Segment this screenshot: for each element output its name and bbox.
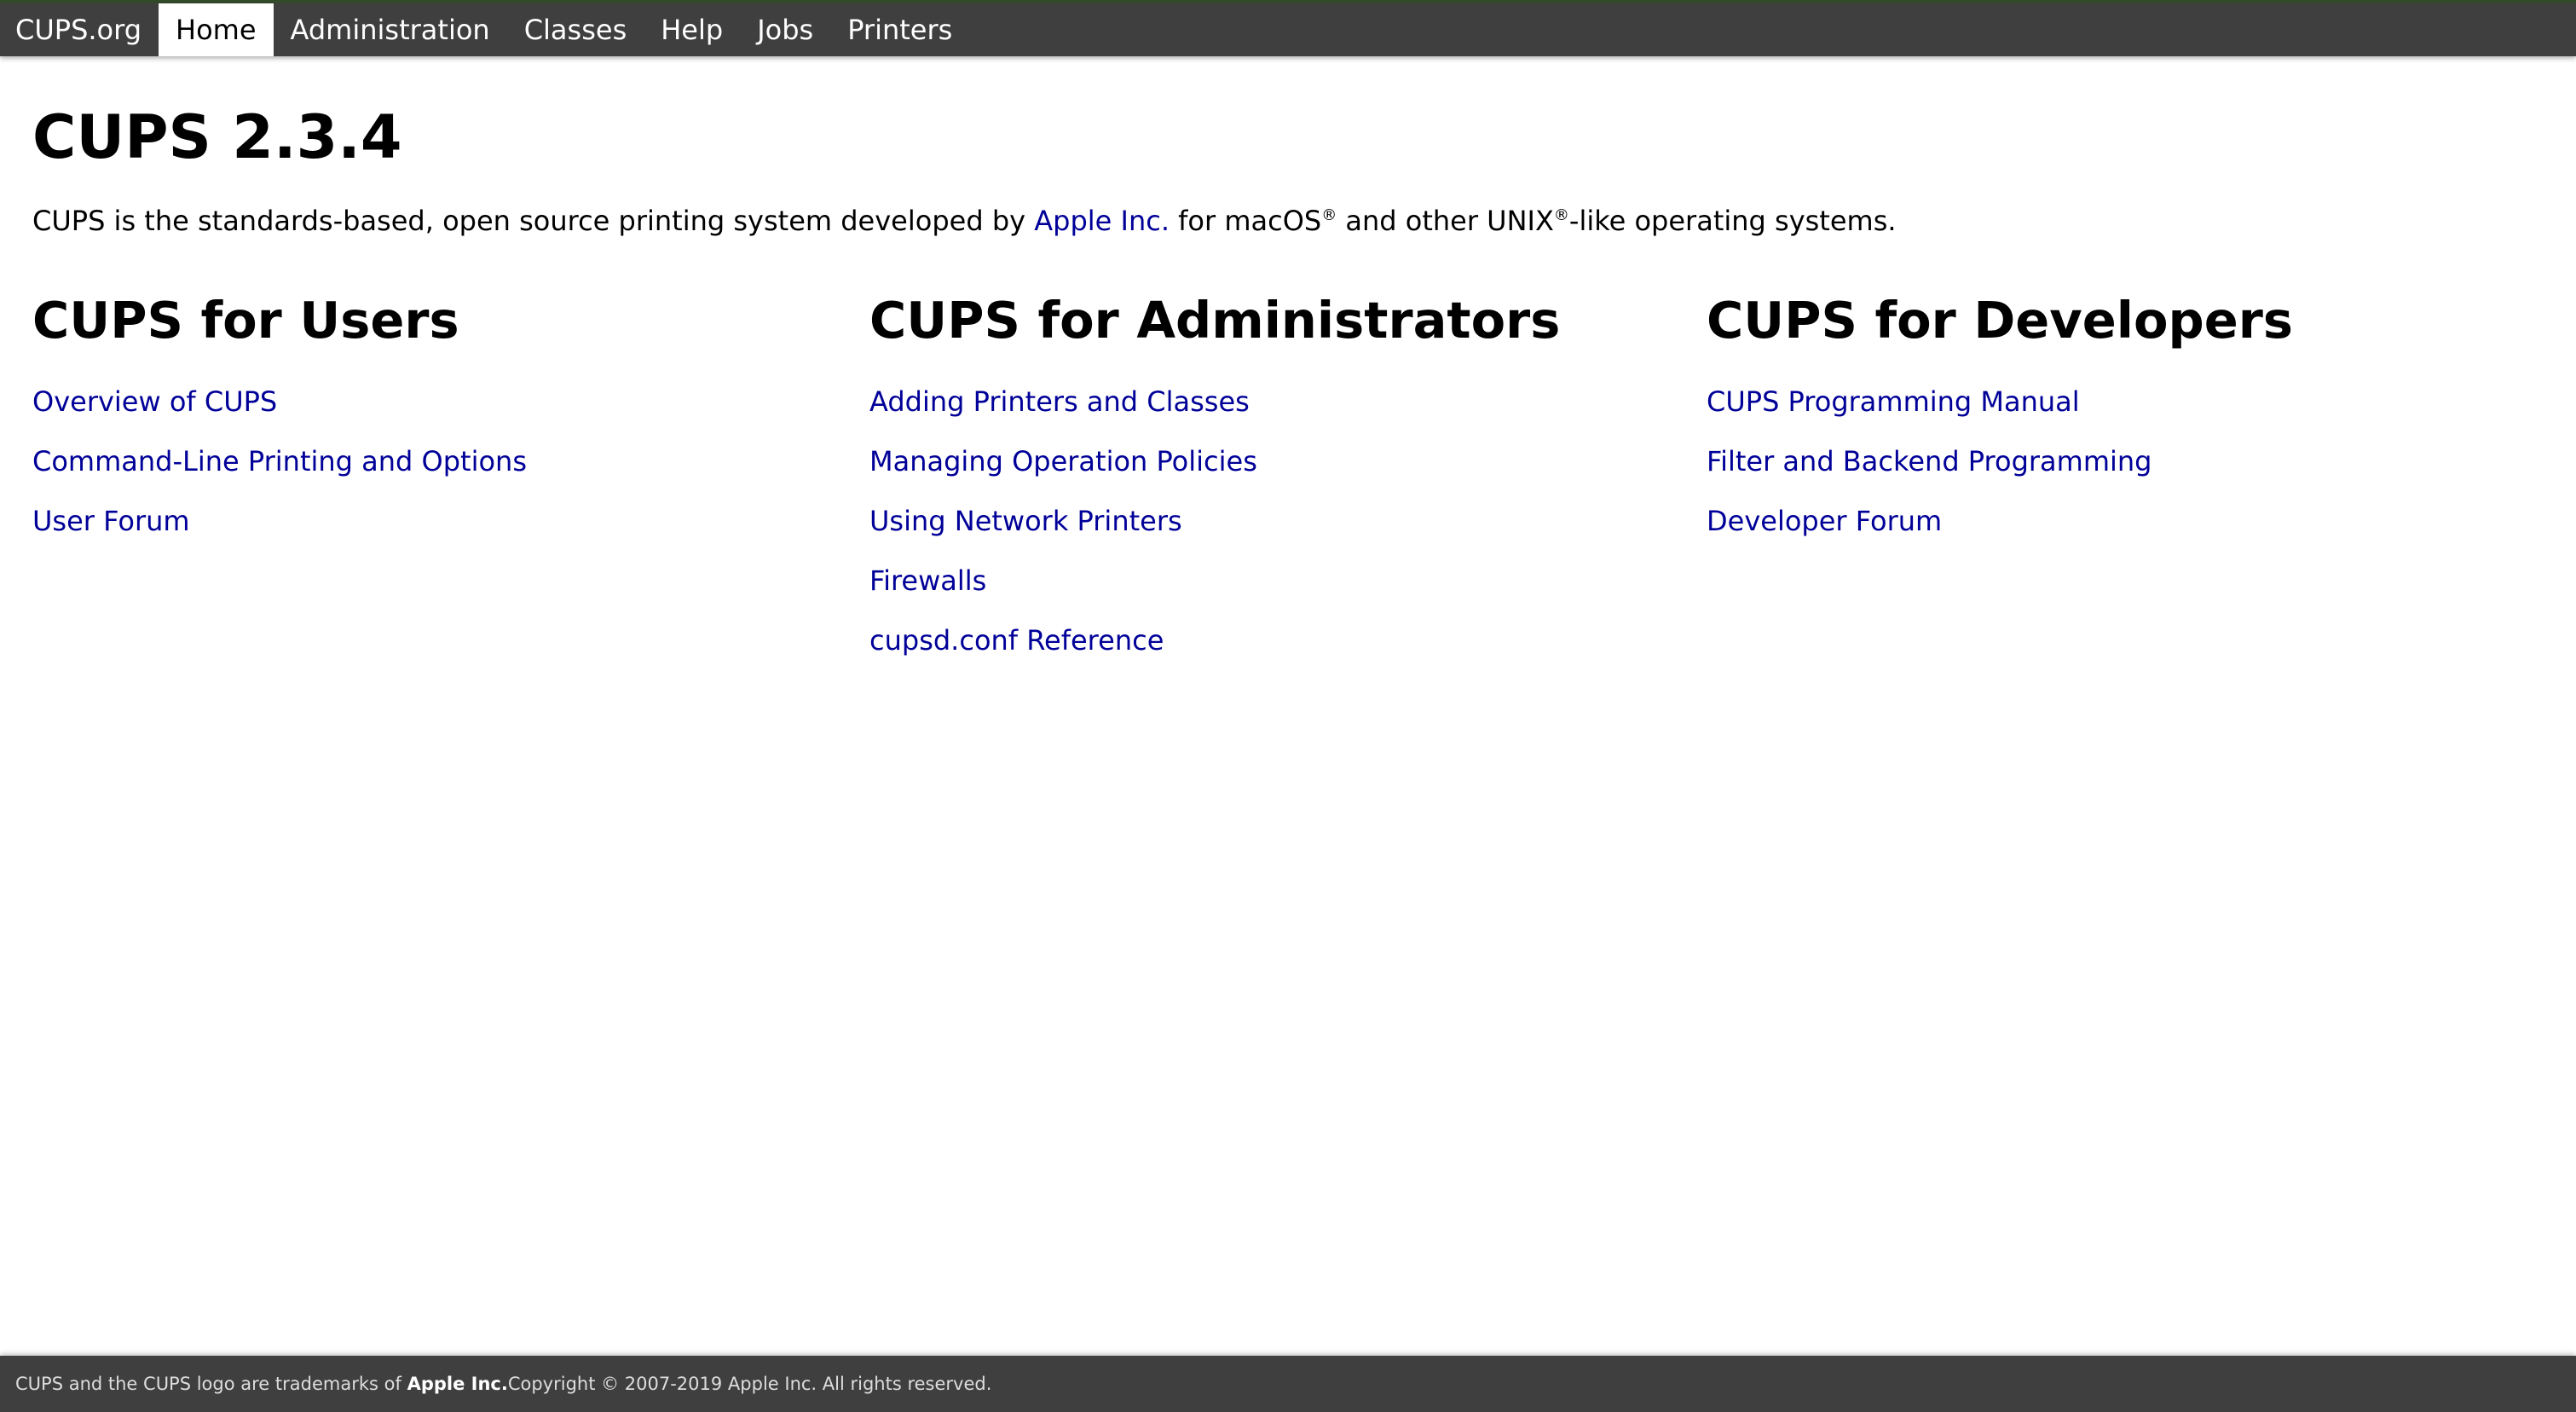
nav-tab-help[interactable]: Help — [644, 3, 740, 56]
network-printers-link[interactable]: Using Network Printers — [869, 505, 1182, 537]
apple-inc-link[interactable]: Apple Inc. — [1034, 205, 1170, 237]
sections-columns: CUPS for Users Overview of CUPS Command-… — [32, 295, 2544, 683]
users-section-title: CUPS for Users — [32, 291, 459, 350]
developer-forum-link[interactable]: Developer Forum — [1707, 505, 1942, 537]
registered-mark: ® — [1321, 206, 1337, 224]
registered-mark: ® — [1553, 206, 1569, 224]
list-item: Adding Printers and Classes — [869, 385, 1707, 444]
list-item: Filter and Backend Programming — [1707, 444, 2544, 504]
nav-tab-classes[interactable]: Classes — [507, 3, 644, 56]
nav-cups-org[interactable]: CUPS.org — [0, 3, 159, 56]
intro-text-macos: for macOS — [1169, 205, 1322, 237]
user-forum-link[interactable]: User Forum — [32, 505, 190, 537]
footer-apple-link[interactable]: Apple Inc. — [407, 1374, 508, 1394]
footer: CUPS and the CUPS logo are trademarks of… — [0, 1356, 2576, 1412]
nav-tab-printers[interactable]: Printers — [830, 3, 969, 56]
list-item: Managing Operation Policies — [869, 444, 1707, 504]
list-item: cupsd.conf Reference — [869, 623, 1707, 683]
developers-column: CUPS for Developers CUPS Programming Man… — [1707, 295, 2544, 683]
programming-manual-link[interactable]: CUPS Programming Manual — [1707, 385, 2080, 418]
list-item: Using Network Printers — [869, 504, 1707, 564]
filter-backend-link[interactable]: Filter and Backend Programming — [1707, 445, 2151, 477]
top-nav-bar: CUPS.org Home Administration Classes Hel… — [0, 0, 2576, 56]
list-item: User Forum — [32, 504, 869, 564]
administrators-section-title: CUPS for Administrators — [869, 291, 1561, 350]
nav-tab-home[interactable]: Home — [159, 3, 274, 56]
developers-section-title: CUPS for Developers — [1707, 291, 2294, 350]
intro-text-end: -like operating systems. — [1568, 205, 1897, 237]
administrators-links: Adding Printers and Classes Managing Ope… — [869, 385, 1707, 683]
footer-text-start: CUPS and the CUPS logo are trademarks of — [15, 1374, 401, 1394]
users-column: CUPS for Users Overview of CUPS Command-… — [32, 295, 869, 683]
overview-of-cups-link[interactable]: Overview of CUPS — [32, 385, 277, 418]
list-item: Firewalls — [869, 564, 1707, 623]
adding-printers-link[interactable]: Adding Printers and Classes — [869, 385, 1250, 418]
footer-copyright: Copyright © 2007-2019 Apple Inc. All rig… — [507, 1374, 992, 1394]
command-line-printing-link[interactable]: Command-Line Printing and Options — [32, 445, 527, 477]
intro-text-start: CUPS is the standards-based, open source… — [32, 205, 1035, 237]
cupsd-conf-reference-link[interactable]: cupsd.conf Reference — [869, 624, 1164, 657]
managing-policies-link[interactable]: Managing Operation Policies — [869, 445, 1257, 477]
list-item: Command-Line Printing and Options — [32, 444, 869, 504]
nav-tab-administration[interactable]: Administration — [274, 3, 507, 56]
list-item: Developer Forum — [1707, 504, 2544, 564]
cups-home-page: CUPS.org Home Administration Classes Hel… — [0, 0, 2576, 1412]
administrators-column: CUPS for Administrators Adding Printers … — [869, 295, 1707, 683]
firewalls-link[interactable]: Firewalls — [869, 564, 986, 597]
intro-paragraph: CUPS is the standards-based, open source… — [32, 205, 2544, 237]
list-item: Overview of CUPS — [32, 385, 869, 444]
list-item: CUPS Programming Manual — [1707, 385, 2544, 444]
nav-tab-jobs[interactable]: Jobs — [740, 3, 830, 56]
main-content: CUPS 2.3.4 CUPS is the standards-based, … — [32, 56, 2544, 683]
users-links: Overview of CUPS Command-Line Printing a… — [32, 385, 869, 564]
developers-links: CUPS Programming Manual Filter and Backe… — [1707, 385, 2544, 564]
page-title: CUPS 2.3.4 — [32, 102, 402, 172]
intro-text-unix: and other UNIX — [1337, 205, 1554, 237]
